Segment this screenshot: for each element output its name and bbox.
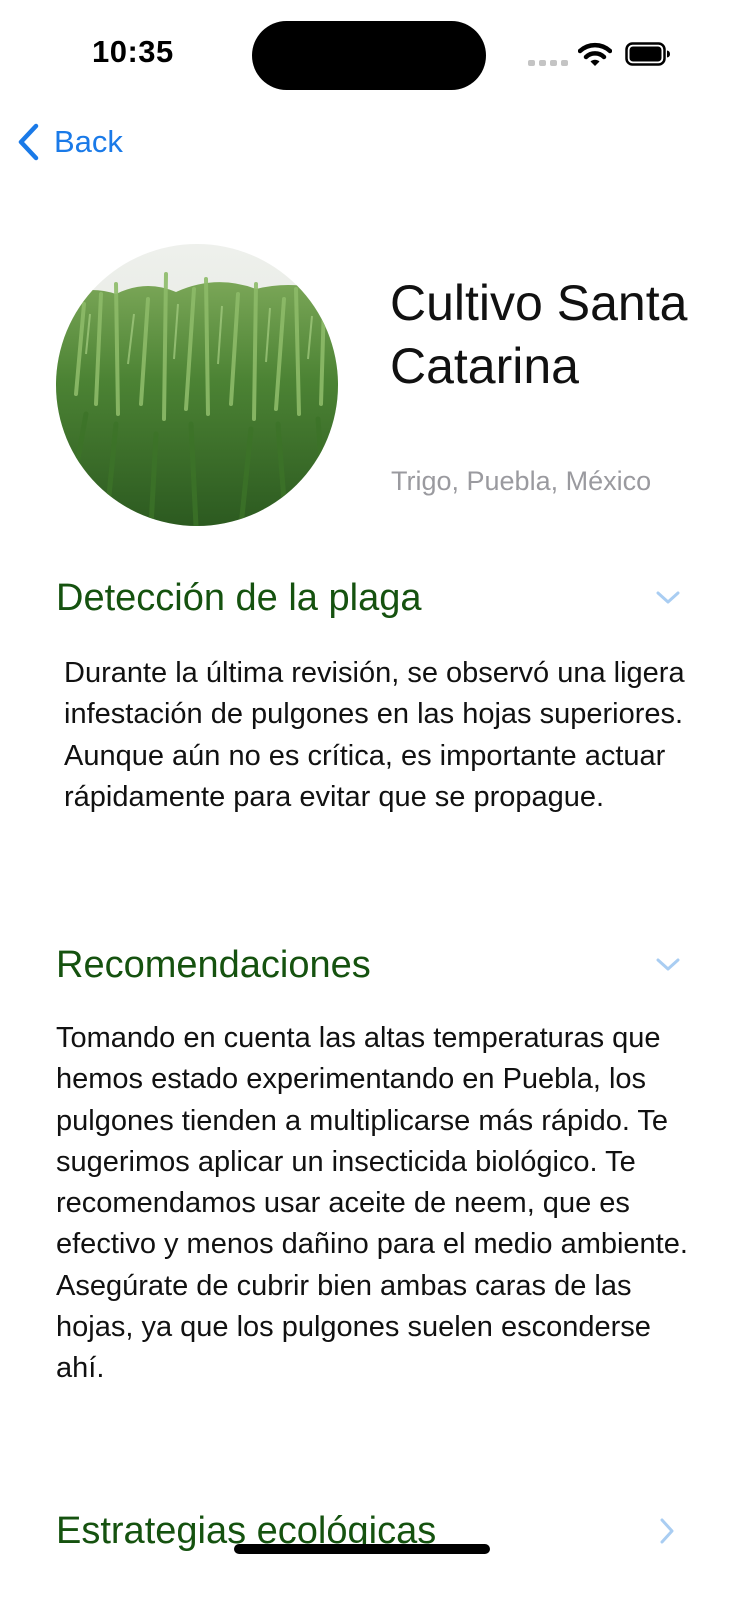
- section-header-recomendaciones[interactable]: Recomendaciones: [56, 940, 686, 990]
- section-body-recomendaciones: Tomando en cuenta las altas temperaturas…: [56, 1022, 688, 1385]
- wifi-icon: [578, 42, 612, 66]
- section-title: Recomendaciones: [56, 943, 371, 986]
- status-bar: 10:35: [0, 0, 738, 110]
- crop-image: [56, 244, 338, 526]
- section-body-deteccion: Durante la última revisión, se observó u…: [64, 657, 685, 813]
- home-indicator: [234, 1544, 490, 1554]
- crop-title: Cultivo Santa Catarina: [390, 275, 688, 394]
- chevron-right-icon: [660, 1518, 674, 1544]
- section-title: Detección de la plaga: [56, 576, 422, 619]
- back-label: Back: [54, 124, 123, 159]
- crop-subtitle: Trigo, Puebla, México: [391, 466, 652, 496]
- chevron-down-icon: [656, 591, 680, 604]
- section-header-deteccion[interactable]: Detección de la plaga: [56, 573, 686, 623]
- chevron-down-icon: [656, 958, 680, 971]
- cellular-signal-icon: [528, 60, 568, 66]
- chevron-left-icon: [18, 123, 39, 161]
- battery-icon: [625, 42, 670, 66]
- status-time: 10:35: [92, 34, 174, 69]
- dynamic-island: [252, 21, 486, 90]
- back-button[interactable]: Back: [16, 121, 123, 163]
